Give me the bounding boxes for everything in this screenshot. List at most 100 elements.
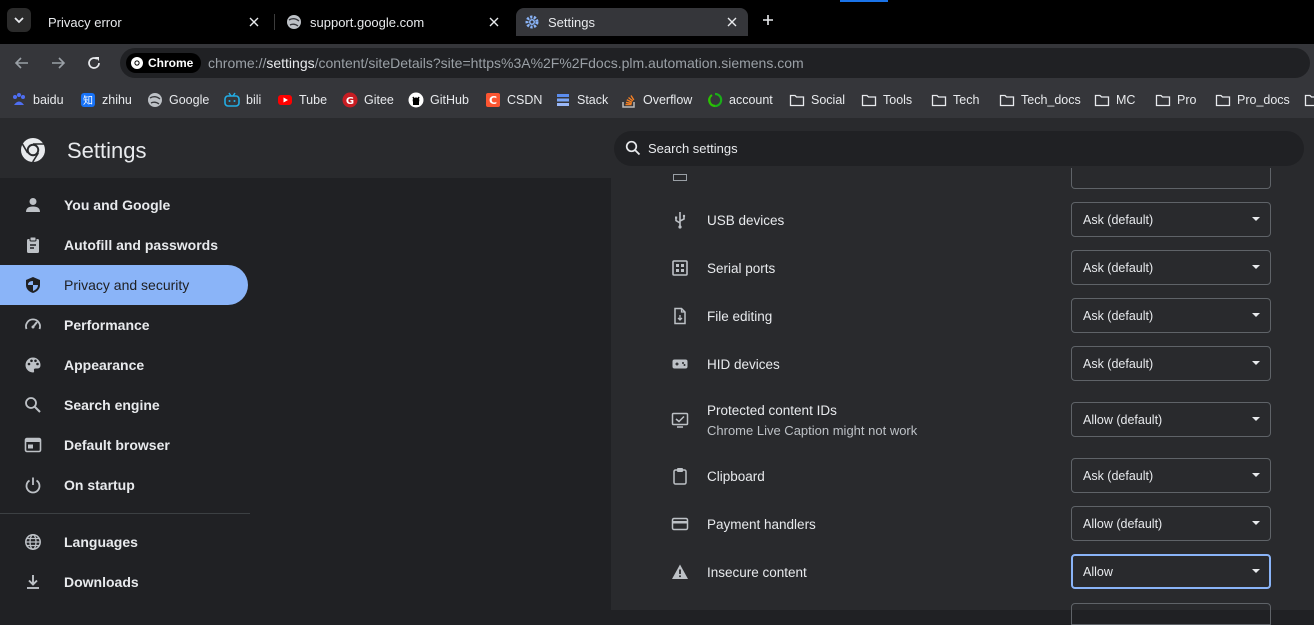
site-chip[interactable]: Chrome xyxy=(126,53,202,73)
bookmark-folder-tech-docs[interactable]: Tech_docs xyxy=(999,91,1081,109)
bookmark-label: account xyxy=(729,93,773,107)
close-icon[interactable] xyxy=(486,14,502,30)
bookmark-gitee[interactable]: G Gitee xyxy=(342,91,394,109)
bookmark-stack[interactable]: Stack xyxy=(555,91,608,109)
permission-select-usb[interactable]: Ask (default) xyxy=(1071,202,1271,237)
bookmark-github[interactable]: GitHub xyxy=(408,91,469,109)
permission-select-clipboard[interactable]: Ask (default) xyxy=(1071,458,1271,493)
address-bar[interactable]: Chrome chrome://settings/content/siteDet… xyxy=(120,48,1310,78)
search-icon xyxy=(24,396,42,414)
globe-icon xyxy=(147,92,163,108)
close-icon[interactable] xyxy=(724,14,740,30)
permission-select-payment[interactable]: Allow (default) xyxy=(1071,506,1271,541)
bookmark-label: Google xyxy=(169,93,210,107)
sidebar-item-appearance[interactable]: Appearance xyxy=(0,345,248,385)
zhihu-icon: 知 xyxy=(80,92,96,108)
bookmark-folder-pro-docs[interactable]: Pro_docs xyxy=(1215,91,1290,109)
permission-select-value: Ask (default) xyxy=(1083,261,1154,275)
bookmark-label: Gitee xyxy=(364,93,394,107)
bookmark-folder-tech[interactable]: Tech xyxy=(931,91,979,109)
close-icon[interactable] xyxy=(246,14,262,30)
folder-icon xyxy=(789,92,805,108)
person-icon xyxy=(24,196,42,214)
bookmark-label: Social xyxy=(811,93,846,107)
sidebar-item-search-engine[interactable]: Search engine xyxy=(0,385,248,425)
tab-title: Settings xyxy=(548,14,595,30)
permission-label: HID devices xyxy=(707,357,780,372)
bookmark-zhihu[interactable]: 知 zhihu xyxy=(80,91,132,109)
sidebar-item-label: Performance xyxy=(64,317,150,333)
bookmark-overflow[interactable]: Overflow xyxy=(621,91,692,109)
folder-icon xyxy=(1094,92,1110,108)
sidebar-item-privacy[interactable]: Privacy and security xyxy=(0,265,248,305)
tab-support-google[interactable]: support.google.com xyxy=(278,8,510,36)
bookmark-folder-overflow[interactable] xyxy=(1304,91,1314,109)
permission-select-protected-content[interactable]: Allow (default) xyxy=(1071,402,1271,437)
tab-title: support.google.com xyxy=(310,14,425,30)
back-button[interactable] xyxy=(11,52,33,74)
clipboard-icon xyxy=(24,236,42,254)
permission-select-serial[interactable]: Ask (default) xyxy=(1071,250,1271,285)
sidebar-item-label: Appearance xyxy=(64,357,145,373)
bookmark-folder-pro[interactable]: Pro xyxy=(1155,91,1196,109)
serial-port-icon xyxy=(671,259,689,277)
sidebar-item-on-startup[interactable]: On startup xyxy=(0,465,248,505)
bookmark-folder-mc[interactable]: MC xyxy=(1094,91,1135,109)
stack-icon xyxy=(555,92,571,108)
bookmark-label: Overflow xyxy=(643,93,693,107)
folder-icon xyxy=(861,92,877,108)
new-tab-button[interactable] xyxy=(758,10,778,30)
bookmark-folder-tools[interactable]: Tools xyxy=(861,91,912,109)
site-permissions-card: USB devices Ask (default) Serial ports A… xyxy=(611,168,1314,625)
gamepad-icon xyxy=(671,355,689,373)
permission-icon-partial xyxy=(673,174,687,182)
permission-select-partial[interactable] xyxy=(1071,603,1271,625)
sidebar-item-languages[interactable]: Languages xyxy=(0,522,248,562)
toolbar: Chrome chrome://settings/content/siteDet… xyxy=(0,44,1314,81)
dropdown-arrow-icon xyxy=(1252,217,1260,221)
arrow-right-icon xyxy=(50,55,66,71)
search-settings-input[interactable]: Search settings xyxy=(614,131,1304,166)
permission-row-protected-content: Protected content IDs Chrome Live Captio… xyxy=(611,402,1314,438)
bookmark-tube[interactable]: Tube xyxy=(277,91,327,109)
permission-select-file-editing[interactable]: Ask (default) xyxy=(1071,298,1271,333)
bilibili-icon xyxy=(224,92,240,108)
bookmark-baidu[interactable]: baidu xyxy=(11,91,64,109)
sidebar-item-downloads[interactable]: Downloads xyxy=(0,562,248,602)
permission-row-clipboard: Clipboard Ask (default) xyxy=(611,458,1314,494)
tab-privacy-error[interactable]: Privacy error xyxy=(36,8,270,36)
tab-settings[interactable]: Settings xyxy=(516,8,748,36)
url-text[interactable]: chrome://settings/content/siteDetails?si… xyxy=(208,55,804,71)
github-icon xyxy=(408,92,424,108)
sidebar-item-label: Privacy and security xyxy=(64,277,190,293)
permission-row-file-editing: File editing Ask (default) xyxy=(611,298,1314,334)
tab-search-button[interactable] xyxy=(7,8,31,32)
sidebar-item-autofill[interactable]: Autofill and passwords xyxy=(0,225,248,265)
permission-select-insecure-content[interactable]: Allow xyxy=(1071,554,1271,589)
forward-button[interactable] xyxy=(47,52,69,74)
url-scheme: chrome:// xyxy=(208,55,267,71)
permission-select-partial[interactable] xyxy=(1071,168,1271,189)
permission-label: Clipboard xyxy=(707,469,765,484)
permission-row-serial: Serial ports Ask (default) xyxy=(611,250,1314,286)
bookmark-folder-social[interactable]: Social xyxy=(789,91,845,109)
protected-content-icon xyxy=(671,411,689,429)
sidebar-item-performance[interactable]: Performance xyxy=(0,305,248,345)
bookmark-bili[interactable]: bili xyxy=(224,91,261,109)
bookmark-csdn[interactable]: C CSDN xyxy=(485,91,542,109)
sidebar-item-you-and-google[interactable]: You and Google xyxy=(0,185,248,225)
settings-sidebar: You and Google Autofill and passwords Pr… xyxy=(0,178,260,610)
bookmark-account[interactable]: account xyxy=(707,91,773,109)
bookmark-google[interactable]: Google xyxy=(147,91,209,109)
sidebar-item-label: You and Google xyxy=(64,197,171,213)
url-path: /content/siteDetails?site=https%3A%2F%2F… xyxy=(314,55,804,71)
reload-button[interactable] xyxy=(83,52,105,74)
bookmark-label: Tools xyxy=(883,93,913,107)
svg-text:知: 知 xyxy=(83,94,93,107)
sidebar-item-default-browser[interactable]: Default browser xyxy=(0,425,248,465)
permission-label: Payment handlers xyxy=(707,517,816,532)
permission-select-hid[interactable]: Ask (default) xyxy=(1071,346,1271,381)
permission-row-hid: HID devices Ask (default) xyxy=(611,346,1314,382)
speedometer-icon xyxy=(24,316,42,334)
plus-icon xyxy=(762,14,774,26)
